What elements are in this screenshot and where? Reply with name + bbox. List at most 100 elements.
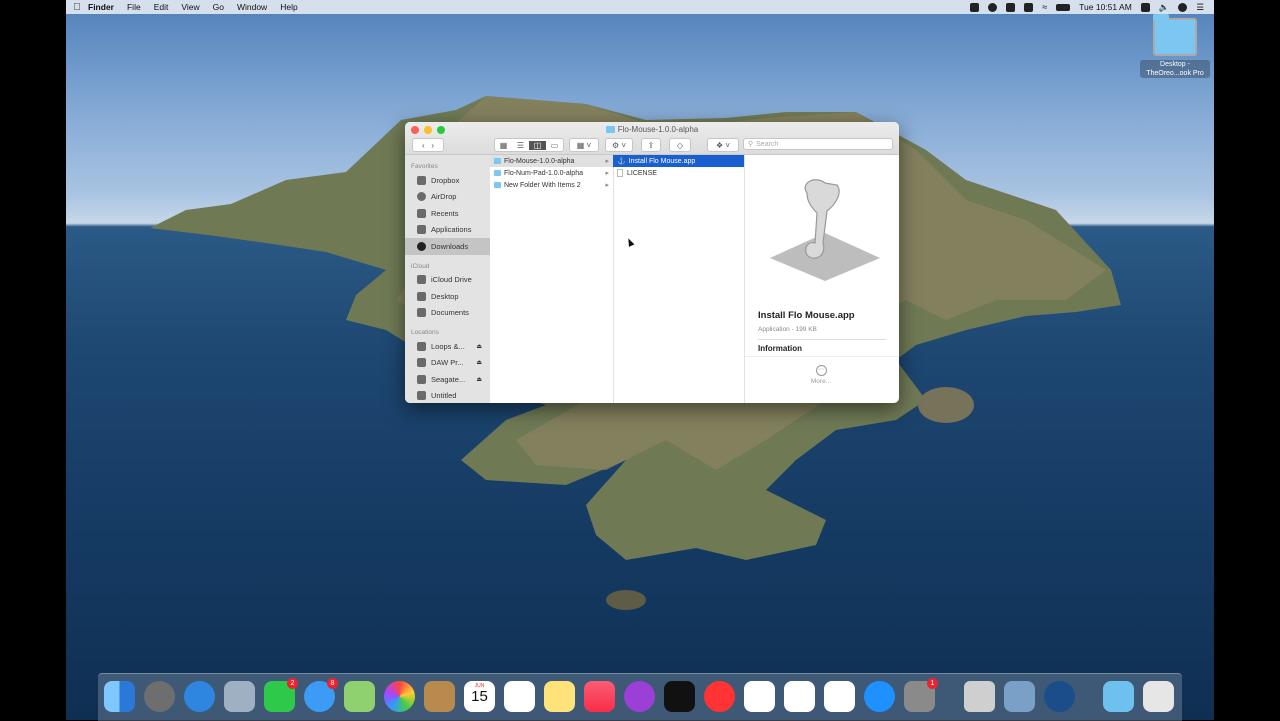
calendar-icon[interactable]: JUN 15 bbox=[464, 681, 495, 712]
sidebar-item-documents[interactable]: Documents bbox=[405, 305, 490, 322]
downloads-stack-icon[interactable] bbox=[1103, 681, 1134, 712]
user-icon[interactable] bbox=[1178, 2, 1188, 12]
pages-icon[interactable] bbox=[824, 681, 855, 712]
gallery-view-icon[interactable]: ▭ bbox=[546, 141, 563, 150]
list-item[interactable]: Flo-Mouse-1.0.0-alpha ▸ bbox=[490, 155, 613, 167]
photos-icon[interactable] bbox=[384, 681, 415, 712]
apple-tv-icon[interactable] bbox=[664, 681, 695, 712]
eject-icon[interactable]: ⏏ bbox=[476, 359, 482, 366]
prefs-badge: 1 bbox=[927, 678, 938, 689]
icon-view-icon[interactable]: ▦ bbox=[495, 141, 512, 150]
tag-button[interactable]: ◇ bbox=[669, 138, 691, 152]
record-status-icon[interactable] bbox=[988, 2, 998, 12]
sidebar-header-locations: Locations bbox=[411, 329, 439, 336]
desktop-folder[interactable]: Desktop - TheOreo...ook Pro bbox=[1140, 14, 1210, 78]
sidebar-item-icloud-drive[interactable]: iCloud Drive bbox=[405, 272, 490, 289]
sidebar-item-location[interactable]: DAW Pr... ⏏ bbox=[405, 355, 490, 372]
apple-menu-icon[interactable]:  bbox=[66, 2, 88, 13]
control-list-icon[interactable]: ☰ bbox=[1196, 2, 1204, 13]
podcasts-icon[interactable] bbox=[624, 681, 655, 712]
system-preferences-icon[interactable]: 1 bbox=[904, 678, 938, 712]
cloud-icon bbox=[417, 275, 426, 285]
wifi-icon[interactable]: ≈ bbox=[1042, 2, 1047, 12]
menu-go[interactable]: Go bbox=[213, 2, 224, 12]
sidebar-header-icloud: iCloud bbox=[411, 262, 430, 270]
list-item[interactable]: Flo-Num-Pad-1.0.0-alpha ▸ bbox=[490, 167, 613, 179]
chevron-right-icon: ▸ bbox=[605, 170, 609, 177]
sidebar-item-label: iCloud Drive bbox=[431, 275, 472, 285]
dock: 2 8 JUN 15 1 bbox=[98, 673, 1182, 721]
dropbox-icon: ❖ ˅ bbox=[715, 140, 731, 150]
back-icon[interactable]: ‹ bbox=[422, 141, 425, 150]
list-item[interactable]: New Folder With Items 2 ▸ bbox=[490, 179, 613, 191]
facetime-icon[interactable]: 2 bbox=[264, 678, 298, 712]
status-menus: ≈ Tue 10:51 AM 🔈 ☰ bbox=[970, 0, 1204, 14]
notes-icon[interactable] bbox=[544, 681, 575, 712]
sidebar-item-downloads[interactable]: Downloads bbox=[405, 238, 490, 255]
safari-icon[interactable] bbox=[184, 681, 215, 712]
finder-icon[interactable] bbox=[104, 681, 135, 712]
group-button[interactable]: ▦ ˅ bbox=[569, 138, 599, 152]
sidebar-item-airdrop[interactable]: AirDrop bbox=[405, 189, 490, 206]
quicktime-icon[interactable] bbox=[1044, 681, 1075, 712]
clock[interactable]: Tue 10:51 AM bbox=[1079, 2, 1132, 12]
messages-icon[interactable]: 8 bbox=[304, 678, 338, 712]
disk-utility-icon[interactable] bbox=[964, 681, 995, 712]
share-button[interactable]: ⇪ bbox=[641, 138, 661, 152]
tag-icon: ◇ bbox=[676, 140, 684, 150]
news-icon[interactable] bbox=[704, 681, 735, 712]
sidebar-item-applications[interactable]: Applications bbox=[405, 222, 490, 239]
app-store-icon[interactable] bbox=[864, 681, 895, 712]
creative-cloud-icon[interactable] bbox=[1006, 2, 1016, 12]
sidebar-item-location[interactable]: Seagate... ⏏ bbox=[405, 371, 490, 388]
installer-icon: ⚓ bbox=[617, 158, 626, 165]
view-mode-buttons[interactable]: ▦ ☰ ◫ ▭ bbox=[494, 138, 564, 152]
keynote-icon[interactable] bbox=[784, 681, 815, 712]
preview-icon[interactable] bbox=[1004, 681, 1035, 712]
dropbox-button[interactable]: ❖ ˅ bbox=[707, 138, 739, 152]
list-item[interactable]: LICENSE bbox=[613, 167, 744, 179]
forward-icon[interactable]: › bbox=[431, 141, 434, 150]
music-icon[interactable] bbox=[584, 681, 615, 712]
dropbox-status-icon[interactable] bbox=[970, 2, 980, 12]
sidebar-item-label: Loops &... bbox=[431, 341, 465, 351]
trash-icon[interactable] bbox=[1143, 681, 1174, 712]
contacts-icon[interactable] bbox=[424, 681, 455, 712]
menu-view[interactable]: View bbox=[181, 2, 199, 12]
menu-help[interactable]: Help bbox=[280, 2, 297, 12]
sidebar-item-label: DAW Pr... bbox=[431, 358, 464, 368]
eject-icon[interactable]: ⏏ bbox=[476, 376, 482, 383]
sidebar-item-location[interactable]: Loops &... ⏏ bbox=[405, 338, 490, 355]
numbers-icon[interactable] bbox=[744, 681, 775, 712]
list-view-icon[interactable]: ☰ bbox=[512, 141, 529, 150]
action-button[interactable]: ⚙ ˅ bbox=[605, 138, 633, 152]
sidebar-item-desktop[interactable]: Desktop bbox=[405, 288, 490, 305]
sidebar-item-dropbox[interactable]: Dropbox bbox=[405, 172, 490, 189]
column-flo-mouse: ⚓ Install Flo Mouse.app LICENSE bbox=[613, 155, 745, 403]
menu-window[interactable]: Window bbox=[237, 2, 267, 12]
launchpad-icon[interactable] bbox=[144, 681, 175, 712]
back-forward-buttons[interactable]: ‹ › bbox=[412, 138, 444, 152]
mail-icon[interactable] bbox=[224, 681, 255, 712]
reminders-icon[interactable] bbox=[504, 681, 535, 712]
eject-icon[interactable]: ⏏ bbox=[476, 343, 482, 350]
column-view-icon[interactable]: ◫ bbox=[529, 140, 546, 150]
search-field[interactable]: ⚲ Search bbox=[743, 138, 893, 150]
screen-mirror-icon[interactable] bbox=[1140, 2, 1150, 12]
sidebar-item-label: Desktop bbox=[431, 291, 459, 301]
airplay-icon[interactable] bbox=[1024, 2, 1034, 12]
sidebar-item-location[interactable]: Untitled bbox=[405, 388, 490, 404]
document-icon bbox=[617, 169, 623, 177]
list-item[interactable]: ⚓ Install Flo Mouse.app bbox=[613, 155, 744, 167]
installer-script-icon bbox=[770, 179, 880, 281]
sidebar-header-favorites: Favorites bbox=[411, 163, 438, 170]
list-item-label: Install Flo Mouse.app bbox=[628, 157, 696, 165]
battery-icon[interactable] bbox=[1056, 3, 1071, 11]
menu-edit[interactable]: Edit bbox=[154, 2, 169, 12]
more-button[interactable]: ⋯ More... bbox=[805, 365, 837, 385]
sidebar-item-recents[interactable]: Recents bbox=[405, 205, 490, 222]
maps-icon[interactable] bbox=[344, 681, 375, 712]
menu-app-finder[interactable]: Finder bbox=[88, 2, 114, 12]
volume-icon[interactable]: 🔈 bbox=[1159, 2, 1170, 13]
menu-file[interactable]: File bbox=[127, 2, 141, 12]
